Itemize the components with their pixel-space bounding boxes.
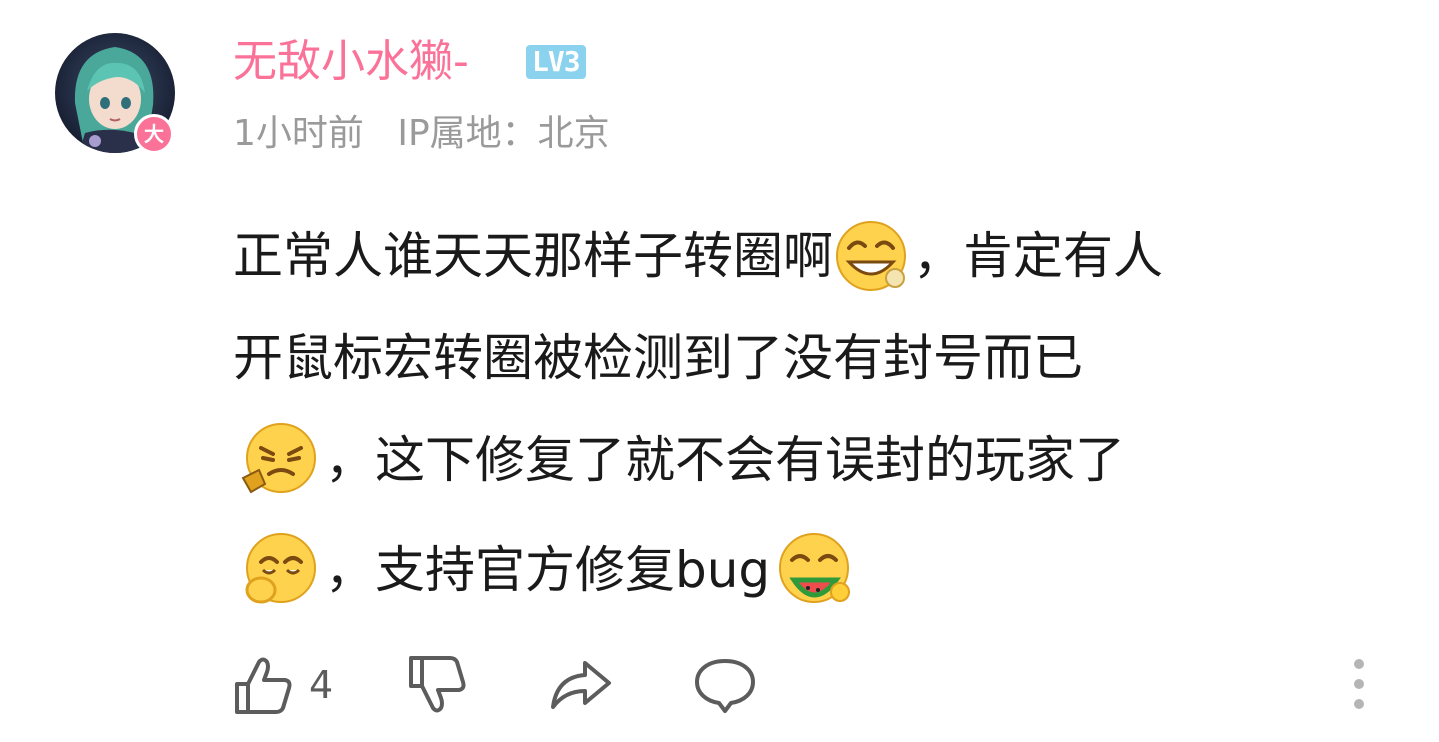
snicker-emoji-icon <box>239 530 319 610</box>
username[interactable]: 无敌小水獭- <box>233 34 469 90</box>
reply-button[interactable] <box>693 655 757 715</box>
comment-body-line: ，支持官方修复bug <box>233 530 856 610</box>
comment-text: ，支持官方修复bug <box>325 541 771 599</box>
comment-body-line: ，这下修复了就不会有误封的玩家了 <box>233 420 1125 500</box>
vip-badge: 大 <box>134 114 174 154</box>
thumbs-up-icon <box>235 657 292 714</box>
grin-emoji-icon <box>833 216 913 296</box>
level-badge: LV3 <box>526 45 586 79</box>
angry-emoji-icon <box>239 420 319 500</box>
ip-location: IP属地：北京 <box>397 113 610 154</box>
more-vertical-icon <box>1354 659 1364 709</box>
more-button[interactable] <box>1348 656 1370 712</box>
watermelon-emoji-icon <box>776 530 856 610</box>
comment-text: ，这下修复了就不会有误封的玩家了 <box>325 431 1125 489</box>
like-count: 4 <box>309 663 334 707</box>
comment-body-line: 正常人谁天天那样子转圈啊 ，肯定有人 <box>233 216 1163 296</box>
like-button[interactable]: 4 <box>233 654 333 716</box>
comment-text: ，肯定有人 <box>913 227 1163 285</box>
dislike-button[interactable] <box>407 654 467 716</box>
comment-text: 开鼠标宏转圈被检测到了没有封号而已 <box>233 329 1083 387</box>
comment-body-line: 开鼠标宏转圈被检测到了没有封号而已 <box>233 326 1083 390</box>
comment-time: 1小时前 <box>233 113 364 154</box>
share-icon <box>551 661 612 709</box>
share-button[interactable] <box>549 657 613 713</box>
comment-text: 正常人谁天天那样子转圈啊 <box>233 227 833 285</box>
comment-icon <box>695 659 756 713</box>
comment-item: 大 无敌小水獭- LV3 1小时前 IP属地：北京 正常人谁天天那样子转圈啊 ，… <box>0 0 1439 742</box>
thumbs-down-icon <box>409 656 466 713</box>
comment-meta: 1小时前 IP属地：北京 <box>233 108 610 160</box>
comment-actions: 4 <box>233 650 757 720</box>
